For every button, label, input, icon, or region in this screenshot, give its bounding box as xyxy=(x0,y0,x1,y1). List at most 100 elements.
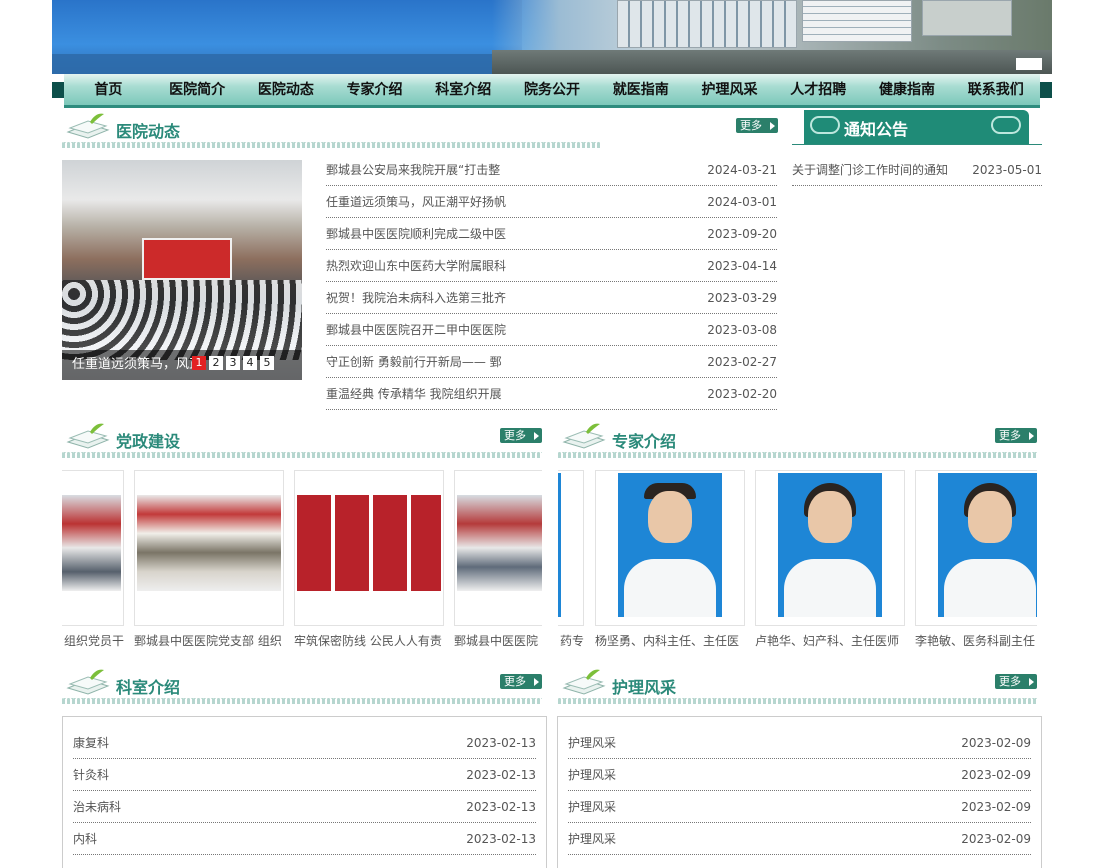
list-item: 护理风采 2023-02-09 xyxy=(568,759,1031,791)
expert-card[interactable]: 李艳敏、医务科副主任 xyxy=(915,470,1037,648)
notice-item-title[interactable]: 关于调整门诊工作时间的通知 xyxy=(792,154,948,185)
nav-item-guide[interactable]: 就医指南 xyxy=(596,74,685,105)
nav-item-about[interactable]: 医院简介 xyxy=(153,74,242,105)
experts-carousel[interactable]: 药专 杨坚勇、内科主任、主任医 卢艳华、妇产科、主任医师 李艳敏、医务科副主任 xyxy=(558,470,1037,660)
expert-caption[interactable]: 药专 xyxy=(558,632,584,648)
arrow-right-icon xyxy=(770,122,775,130)
nav-item-departments[interactable]: 科室介绍 xyxy=(419,74,508,105)
news-item-title[interactable]: 守正创新 勇毅前行开新局—— 鄄 xyxy=(326,346,502,377)
nav-item-home[interactable]: 首页 xyxy=(64,74,153,105)
slider-page-button[interactable]: 5 xyxy=(260,356,274,370)
slider-caption[interactable]: 任重道远须策马，风正 xyxy=(72,353,192,372)
slider-pager: 1 2 3 4 5 xyxy=(192,356,274,370)
nav-item-news[interactable]: 医院动态 xyxy=(241,74,330,105)
nursing-item-title[interactable]: 护理风采 xyxy=(568,727,616,758)
news-item-title[interactable]: 重温经典 传承精华 我院组织开展 xyxy=(326,378,502,409)
party-more-button[interactable]: 更多 xyxy=(500,428,542,443)
news-more-button[interactable]: 更多 xyxy=(736,118,778,133)
expert-photo xyxy=(938,473,1037,617)
nav-item-recruit[interactable]: 人才招聘 xyxy=(774,74,863,105)
books-icon xyxy=(562,423,606,449)
slider-page-button[interactable]: 1 xyxy=(192,356,206,370)
expert-photo xyxy=(618,473,722,617)
expert-caption[interactable]: 卢艳华、妇产科、主任医师 xyxy=(755,632,905,648)
list-item: 任重道远须策马，风正潮平好扬帆 2024-03-01 xyxy=(326,186,777,218)
notice-item-date: 2023-05-01 xyxy=(972,163,1042,177)
card-frame xyxy=(134,470,284,626)
notice-title: 通知公告 xyxy=(844,120,909,139)
nav-cap-left xyxy=(52,82,64,98)
books-icon xyxy=(66,669,110,695)
nursing-list: 护理风采 2023-02-09 护理风采 2023-02-09 护理风采 2023-0… xyxy=(568,727,1031,855)
party-section-header: 党政建设 更多 xyxy=(62,420,542,462)
departments-section-title: 科室介绍 xyxy=(116,678,181,697)
nav-cap-right xyxy=(1040,82,1052,98)
card-frame xyxy=(558,470,584,626)
department-item-date: 2023-02-13 xyxy=(466,800,536,814)
card-frame xyxy=(915,470,1037,626)
list-item: 护理风采 2023-02-09 xyxy=(568,823,1031,855)
banner-road xyxy=(492,50,1052,74)
nursing-section-title: 护理风采 xyxy=(612,678,677,697)
list-item: 鄄城县中医医院召开二甲中医医院 2023-03-08 xyxy=(326,314,777,346)
list-item: 护理风采 2023-02-09 xyxy=(568,791,1031,823)
nursing-item-title[interactable]: 护理风采 xyxy=(568,759,616,790)
nursing-item-title[interactable]: 护理风采 xyxy=(568,791,616,822)
slider-page-button[interactable]: 3 xyxy=(226,356,240,370)
expert-caption[interactable]: 杨坚勇、内科主任、主任医 xyxy=(595,632,745,648)
party-card[interactable]: 组织党员干 xyxy=(62,470,124,648)
banner-building xyxy=(802,0,912,42)
nursing-item-date: 2023-02-09 xyxy=(961,768,1031,782)
list-item: 康复科 2023-02-13 xyxy=(73,727,536,759)
nav-item-health[interactable]: 健康指南 xyxy=(863,74,952,105)
party-card[interactable]: 鄄城县中医医院 xyxy=(454,470,542,648)
expert-card[interactable]: 卢艳华、妇产科、主任医师 xyxy=(755,470,905,648)
notice-divider xyxy=(792,144,1042,145)
news-slider[interactable]: 任重道远须策马，风正 1 2 3 4 5 xyxy=(62,160,302,380)
news-item-title[interactable]: 鄄城县公安局来我院开展“打击整 xyxy=(326,154,500,185)
nav-item-contact[interactable]: 联系我们 xyxy=(951,74,1040,105)
slider-page-button[interactable]: 4 xyxy=(243,356,257,370)
party-caption[interactable]: 鄄城县中医医院党支部 组织 xyxy=(134,632,284,648)
slider-page-button[interactable]: 2 xyxy=(209,356,223,370)
experts-section-title: 专家介绍 xyxy=(612,432,677,451)
news-item-title[interactable]: 热烈欢迎山东中医药大学附属眼科 xyxy=(326,250,506,281)
notice-header: 通知公告 xyxy=(804,110,1029,144)
department-item-title[interactable]: 针灸科 xyxy=(73,759,109,790)
nursing-more-button[interactable]: 更多 xyxy=(995,674,1037,689)
departments-more-button[interactable]: 更多 xyxy=(500,674,542,689)
nav-item-experts[interactable]: 专家介绍 xyxy=(330,74,419,105)
more-label: 更多 xyxy=(999,429,1021,442)
departments-section-header: 科室介绍 更多 xyxy=(62,666,542,708)
departments-list: 康复科 2023-02-13 针灸科 2023-02-13 治未病科 2023-02-… xyxy=(73,727,536,855)
party-caption[interactable]: 牢筑保密防线 公民人人有责 xyxy=(294,632,444,648)
experts-section-header: 专家介绍 更多 xyxy=(558,420,1037,462)
expert-caption[interactable]: 李艳敏、医务科副主任 xyxy=(915,632,1037,648)
party-caption[interactable]: 组织党员干 xyxy=(62,632,124,648)
header-banner xyxy=(52,0,1052,74)
news-item-date: 2023-03-08 xyxy=(707,323,777,337)
department-item-title[interactable]: 治未病科 xyxy=(73,791,121,822)
party-photo xyxy=(297,495,441,591)
news-item-title[interactable]: 祝贺！我院治未病科入选第三批齐 xyxy=(326,282,506,313)
nursing-section-header: 护理风采 更多 xyxy=(558,666,1037,708)
party-card[interactable]: 鄄城县中医医院党支部 组织 xyxy=(134,470,284,648)
expert-card[interactable]: 杨坚勇、内科主任、主任医 xyxy=(595,470,745,648)
department-item-title[interactable]: 康复科 xyxy=(73,727,109,758)
section-divider xyxy=(62,142,600,148)
news-item-title[interactable]: 任重道远须策马，风正潮平好扬帆 xyxy=(326,186,506,217)
party-caption[interactable]: 鄄城县中医医院 xyxy=(454,632,542,648)
nav-item-nursing[interactable]: 护理风采 xyxy=(685,74,774,105)
news-item-title[interactable]: 鄄城县中医医院召开二甲中医医院 xyxy=(326,314,506,345)
department-item-title[interactable]: 内科 xyxy=(73,823,97,854)
nursing-item-title[interactable]: 护理风采 xyxy=(568,823,616,854)
party-carousel[interactable]: 组织党员干 鄄城县中医医院党支部 组织 牢筑保密防线 公民人人有责 鄄城县中医医… xyxy=(62,470,542,660)
list-item: 内科 2023-02-13 xyxy=(73,823,536,855)
party-photo xyxy=(137,495,281,591)
experts-more-button[interactable]: 更多 xyxy=(995,428,1037,443)
expert-card[interactable]: 药专 xyxy=(558,470,584,648)
list-item: 祝贺！我院治未病科入选第三批齐 2023-03-29 xyxy=(326,282,777,314)
party-card[interactable]: 牢筑保密防线 公民人人有责 xyxy=(294,470,444,648)
news-item-title[interactable]: 鄄城县中医医院顺利完成二级中医 xyxy=(326,218,506,249)
nav-item-affairs[interactable]: 院务公开 xyxy=(508,74,597,105)
